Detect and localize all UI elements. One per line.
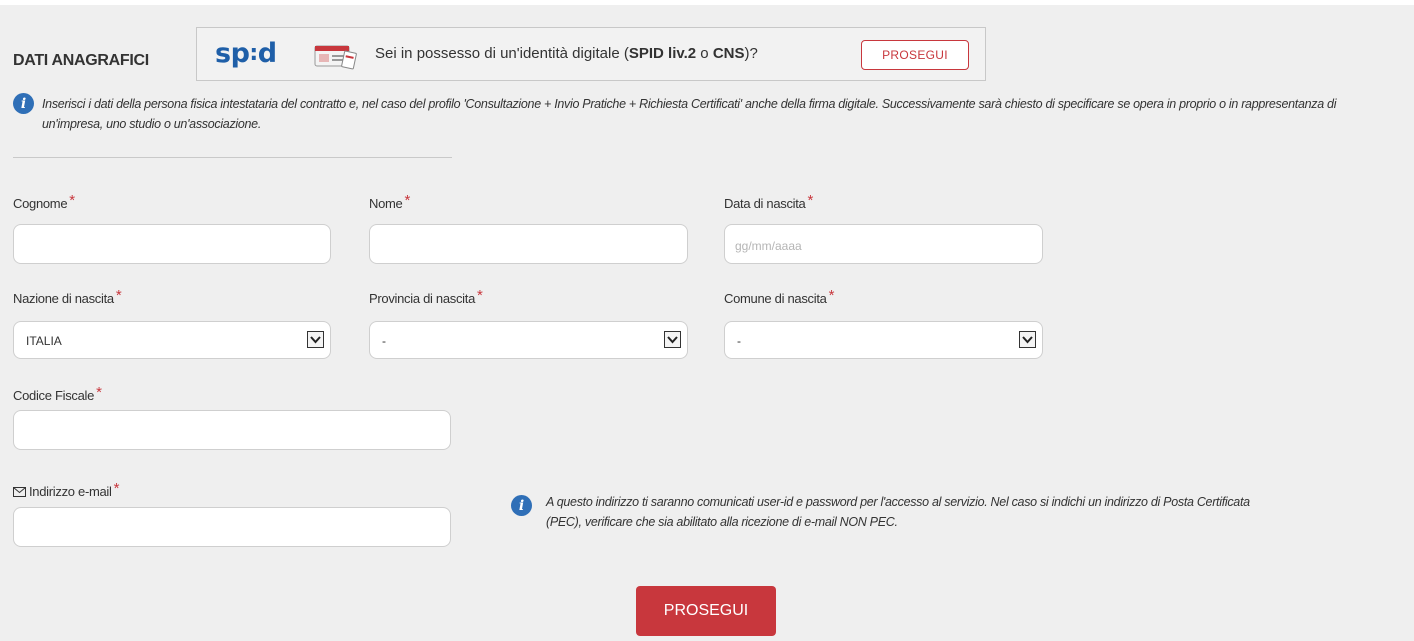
required-mark: * <box>807 192 814 209</box>
info-icon: i <box>13 93 34 114</box>
provincia-select[interactable]: - <box>369 321 688 359</box>
nome-field[interactable] <box>369 224 688 264</box>
divider <box>13 157 452 158</box>
spid-prompt-cns: CNS <box>712 45 745 62</box>
comune-label: Comune di nascita * <box>724 287 835 307</box>
chevron-down-icon[interactable] <box>1019 331 1036 348</box>
spid-prompt-prefix: Sei in possesso di un'identità digitale … <box>375 45 629 62</box>
nazione-label: Nazione di nascita * <box>13 287 122 307</box>
required-mark: * <box>828 287 835 304</box>
cognome-label-text: Cognome <box>13 196 68 211</box>
data-nascita-label-text: Data di nascita <box>724 196 806 211</box>
id-card-icon <box>314 45 357 70</box>
spid-prompt-mid: o <box>696 45 713 62</box>
nome-label: Nome * <box>369 192 411 212</box>
info-top-text: Inserisci i dati della persona fisica in… <box>42 97 1337 131</box>
email-label: Indirizzo e-mail * <box>13 480 120 500</box>
comune-label-text: Comune di nascita <box>724 291 827 306</box>
nazione-select[interactable]: ITALIA <box>13 321 331 359</box>
email-field[interactable] <box>13 507 451 547</box>
info-email-text: A questo indirizzo ti saranno comunicati… <box>546 495 1250 529</box>
comune-select[interactable]: - <box>724 321 1043 359</box>
required-mark: * <box>477 287 483 304</box>
cognome-label: Cognome * <box>13 192 75 212</box>
spid-login-box: sp:d Sei in possesso di un'identità digi… <box>196 27 986 81</box>
nome-label-text: Nome <box>369 196 403 211</box>
required-mark: * <box>113 480 120 497</box>
required-mark: * <box>404 192 411 209</box>
provincia-label: Provincia di nascita * <box>369 287 483 307</box>
chevron-down-icon[interactable] <box>307 331 324 348</box>
info-icon: i <box>511 495 532 516</box>
provincia-value: - <box>382 334 386 348</box>
spid-proceed-button[interactable]: PROSEGUI <box>861 40 969 70</box>
provincia-label-text: Provincia di nascita <box>369 291 475 306</box>
data-nascita-label: Data di nascita * <box>724 192 814 212</box>
proceed-button[interactable]: PROSEGUI <box>636 586 776 636</box>
codice-fiscale-label-text: Codice Fiscale <box>13 388 95 403</box>
required-mark: * <box>69 192 75 209</box>
spid-prompt: Sei in possesso di un'identità digitale … <box>375 45 758 62</box>
nazione-label-text: Nazione di nascita <box>13 291 114 306</box>
nazione-value: ITALIA <box>26 334 62 348</box>
codice-fiscale-field[interactable] <box>13 410 451 450</box>
data-nascita-placeholder: gg/mm/aaaa <box>735 239 802 253</box>
required-mark: * <box>115 287 122 304</box>
registration-panel: DATI ANAGRAFICI sp:d Sei in possesso di … <box>0 5 1414 641</box>
envelope-icon <box>13 487 26 497</box>
required-mark: * <box>96 384 102 401</box>
cognome-field[interactable] <box>13 224 331 264</box>
email-label-text: Indirizzo e-mail <box>29 484 112 499</box>
data-nascita-field[interactable]: gg/mm/aaaa <box>724 224 1043 264</box>
section-title: DATI ANAGRAFICI <box>13 52 149 69</box>
codice-fiscale-label: Codice Fiscale * <box>13 384 102 404</box>
spid-logo: sp:d <box>215 38 277 69</box>
chevron-down-icon[interactable] <box>664 331 681 348</box>
spid-prompt-spid: SPID liv.2 <box>628 45 697 62</box>
comune-value: - <box>737 334 741 348</box>
spid-prompt-suffix: )? <box>744 45 758 62</box>
